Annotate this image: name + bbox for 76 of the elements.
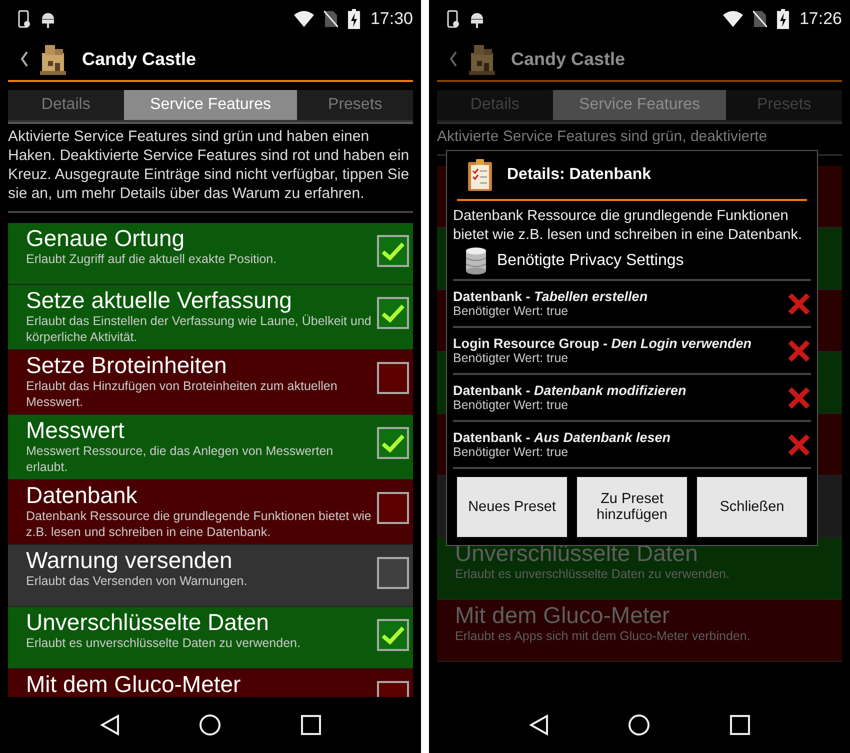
status-time: 17:26 — [799, 9, 842, 29]
feature-row[interactable]: Genaue Ortung Erlaubt Zugriff auf die aktuell exakte Position. — [8, 223, 413, 285]
section-title: Benötigte Privacy Settings — [497, 252, 684, 270]
feature-row[interactable]: Warnung versenden Erlaubt das Versenden von Warnungen. — [8, 545, 413, 607]
home-icon[interactable] — [628, 714, 650, 736]
feature-row[interactable]: Mit dem Gluco-Meter — [8, 669, 413, 697]
setting-name: Datenbank - Datenbank modifizieren — [453, 383, 686, 398]
feature-description: Erlaubt es unverschlüsselte Daten zu verwenden. — [455, 566, 730, 582]
battery-charging-icon — [348, 9, 360, 29]
dialog-button[interactable]: Neues Preset — [457, 477, 567, 537]
status-time: 17:30 — [370, 9, 413, 29]
feature-row[interactable]: Setze aktuelle Verfassung Erlaubt das Einstellen der Verfassung wie Laune, Übelkeit und körperliche Aktivität. — [8, 285, 413, 350]
feature-title: Mit dem Gluco-Meter — [455, 602, 670, 628]
feature-row[interactable]: Setze Broteinheiten Erlaubt das Hinzufügen von Broteinheiten zum aktuellen Messwert. — [8, 350, 413, 415]
checkmark-icon — [381, 433, 405, 453]
feature-description: Datenbank Ressource die grundlegende Funktionen bietet wie z.B. lesen und schreiben in eine Datenbank. — [26, 508, 372, 540]
setting-name: Login Resource Group - Den Login verwenden — [453, 336, 752, 351]
battery-charging-icon — [777, 9, 790, 29]
feature-description: Messwert Ressource, die das Anlegen von Messwerten erlaubt. — [26, 443, 334, 475]
checkbox[interactable] — [377, 362, 409, 394]
checkbox[interactable] — [377, 492, 409, 524]
wifi-icon — [294, 11, 314, 27]
checkbox[interactable] — [377, 557, 409, 589]
feature-description: Erlaubt das Einstellen der Verfassung wie Laune, Übelkeit und körperliche Aktivität. — [26, 313, 372, 345]
feature-description: Erlaubt das Versenden von Warnungen. — [26, 573, 248, 589]
feature-title: Mit dem Gluco-Meter — [26, 671, 241, 697]
app-title: Candy Castle — [511, 48, 626, 70]
setting-requirement: Benötigter Wert: true — [453, 351, 568, 365]
feature-description: Erlaubt das Hinzufügen von Broteinheiten zum aktuellen Messwert. — [26, 378, 338, 410]
recents-icon[interactable] — [730, 715, 750, 735]
setting-requirement: Benötigter Wert: true — [453, 398, 568, 412]
setting-requirement: Benötigter Wert: true — [453, 304, 568, 318]
tab[interactable]: Presets — [297, 90, 414, 122]
feature-title: Warnung versenden — [26, 547, 232, 573]
checkmark-icon — [381, 303, 405, 323]
tab[interactable]: Details — [8, 90, 124, 122]
dialog-button[interactable]: Zu Preset hinzufügen — [577, 477, 687, 537]
feature-description: Erlaubt Zugriff auf die aktuell exakte Position. — [26, 251, 277, 267]
clipboard-icon — [467, 158, 493, 192]
dialog-title: Details: Datenbank — [507, 166, 652, 184]
setting-name: Datenbank - Tabellen erstellen — [453, 289, 648, 304]
phone-icon — [447, 10, 459, 28]
checkmark-icon — [381, 625, 405, 645]
feature-title: Messwert — [26, 417, 124, 443]
feature-row[interactable]: Unverschlüsselte Daten Erlaubt es unverschlüsselte Daten zu verwenden. — [8, 607, 413, 669]
checkmark-icon — [381, 241, 405, 261]
phone-icon — [18, 10, 30, 28]
wifi-icon — [723, 11, 744, 27]
home-icon[interactable] — [199, 714, 222, 736]
feature-title: Genaue Ortung — [26, 225, 185, 251]
checkbox[interactable] — [377, 235, 409, 267]
feature-title: Datenbank — [26, 482, 138, 508]
castle-icon — [40, 43, 66, 75]
description-text: Aktivierte Service Features sind grün und haben einen Haken. Deaktivierte Service Features sind rot und haben ein Kreuz. Ausgegraute Einträge sind nicht verfügbar, tippen Sie sie an, um mehr Details über das Warum zu erfahren. — [8, 127, 413, 213]
feature-title: Setze aktuelle Verfassung — [26, 287, 292, 313]
recents-icon[interactable] — [301, 715, 322, 735]
feature-title: Unverschlüsselte Daten — [455, 540, 698, 566]
feature-title: Unverschlüsselte Daten — [26, 609, 269, 635]
feature-row[interactable]: Messwert Messwert Ressource, die das Anlegen von Messwerten erlaubt. — [8, 415, 413, 480]
feature-row[interactable]: Datenbank Datenbank Ressource die grundlegende Funktionen bietet wie z.B. lesen und schreiben in eine Datenbank. — [8, 480, 413, 545]
app-title: Candy Castle — [82, 48, 196, 70]
database-icon — [465, 247, 487, 275]
no-sim-icon — [753, 10, 768, 28]
feature-title: Setze Broteinheiten — [26, 352, 227, 378]
checkbox[interactable] — [377, 427, 409, 459]
no-sim-icon — [324, 10, 338, 28]
checkbox[interactable] — [377, 297, 409, 329]
castle-icon — [469, 43, 495, 75]
dialog-body: Datenbank Ressource die grundlegende Funktionen bietet wie z.B. lesen und schreiben in eine Datenbank. — [453, 207, 804, 245]
back-icon[interactable] — [20, 51, 28, 67]
setting-name: Datenbank - Aus Datenbank lesen — [453, 430, 671, 445]
checkbox[interactable] — [377, 619, 409, 651]
setting-requirement: Benötigter Wert: true — [453, 445, 568, 459]
feature-description: Erlaubt es unverschlüsselte Daten zu verwenden. — [26, 635, 300, 651]
feature-description: Erlaubt es Apps sich mit dem Gluco-Meter verbinden. — [455, 628, 750, 644]
dialog-button[interactable]: Schließen — [697, 477, 807, 537]
